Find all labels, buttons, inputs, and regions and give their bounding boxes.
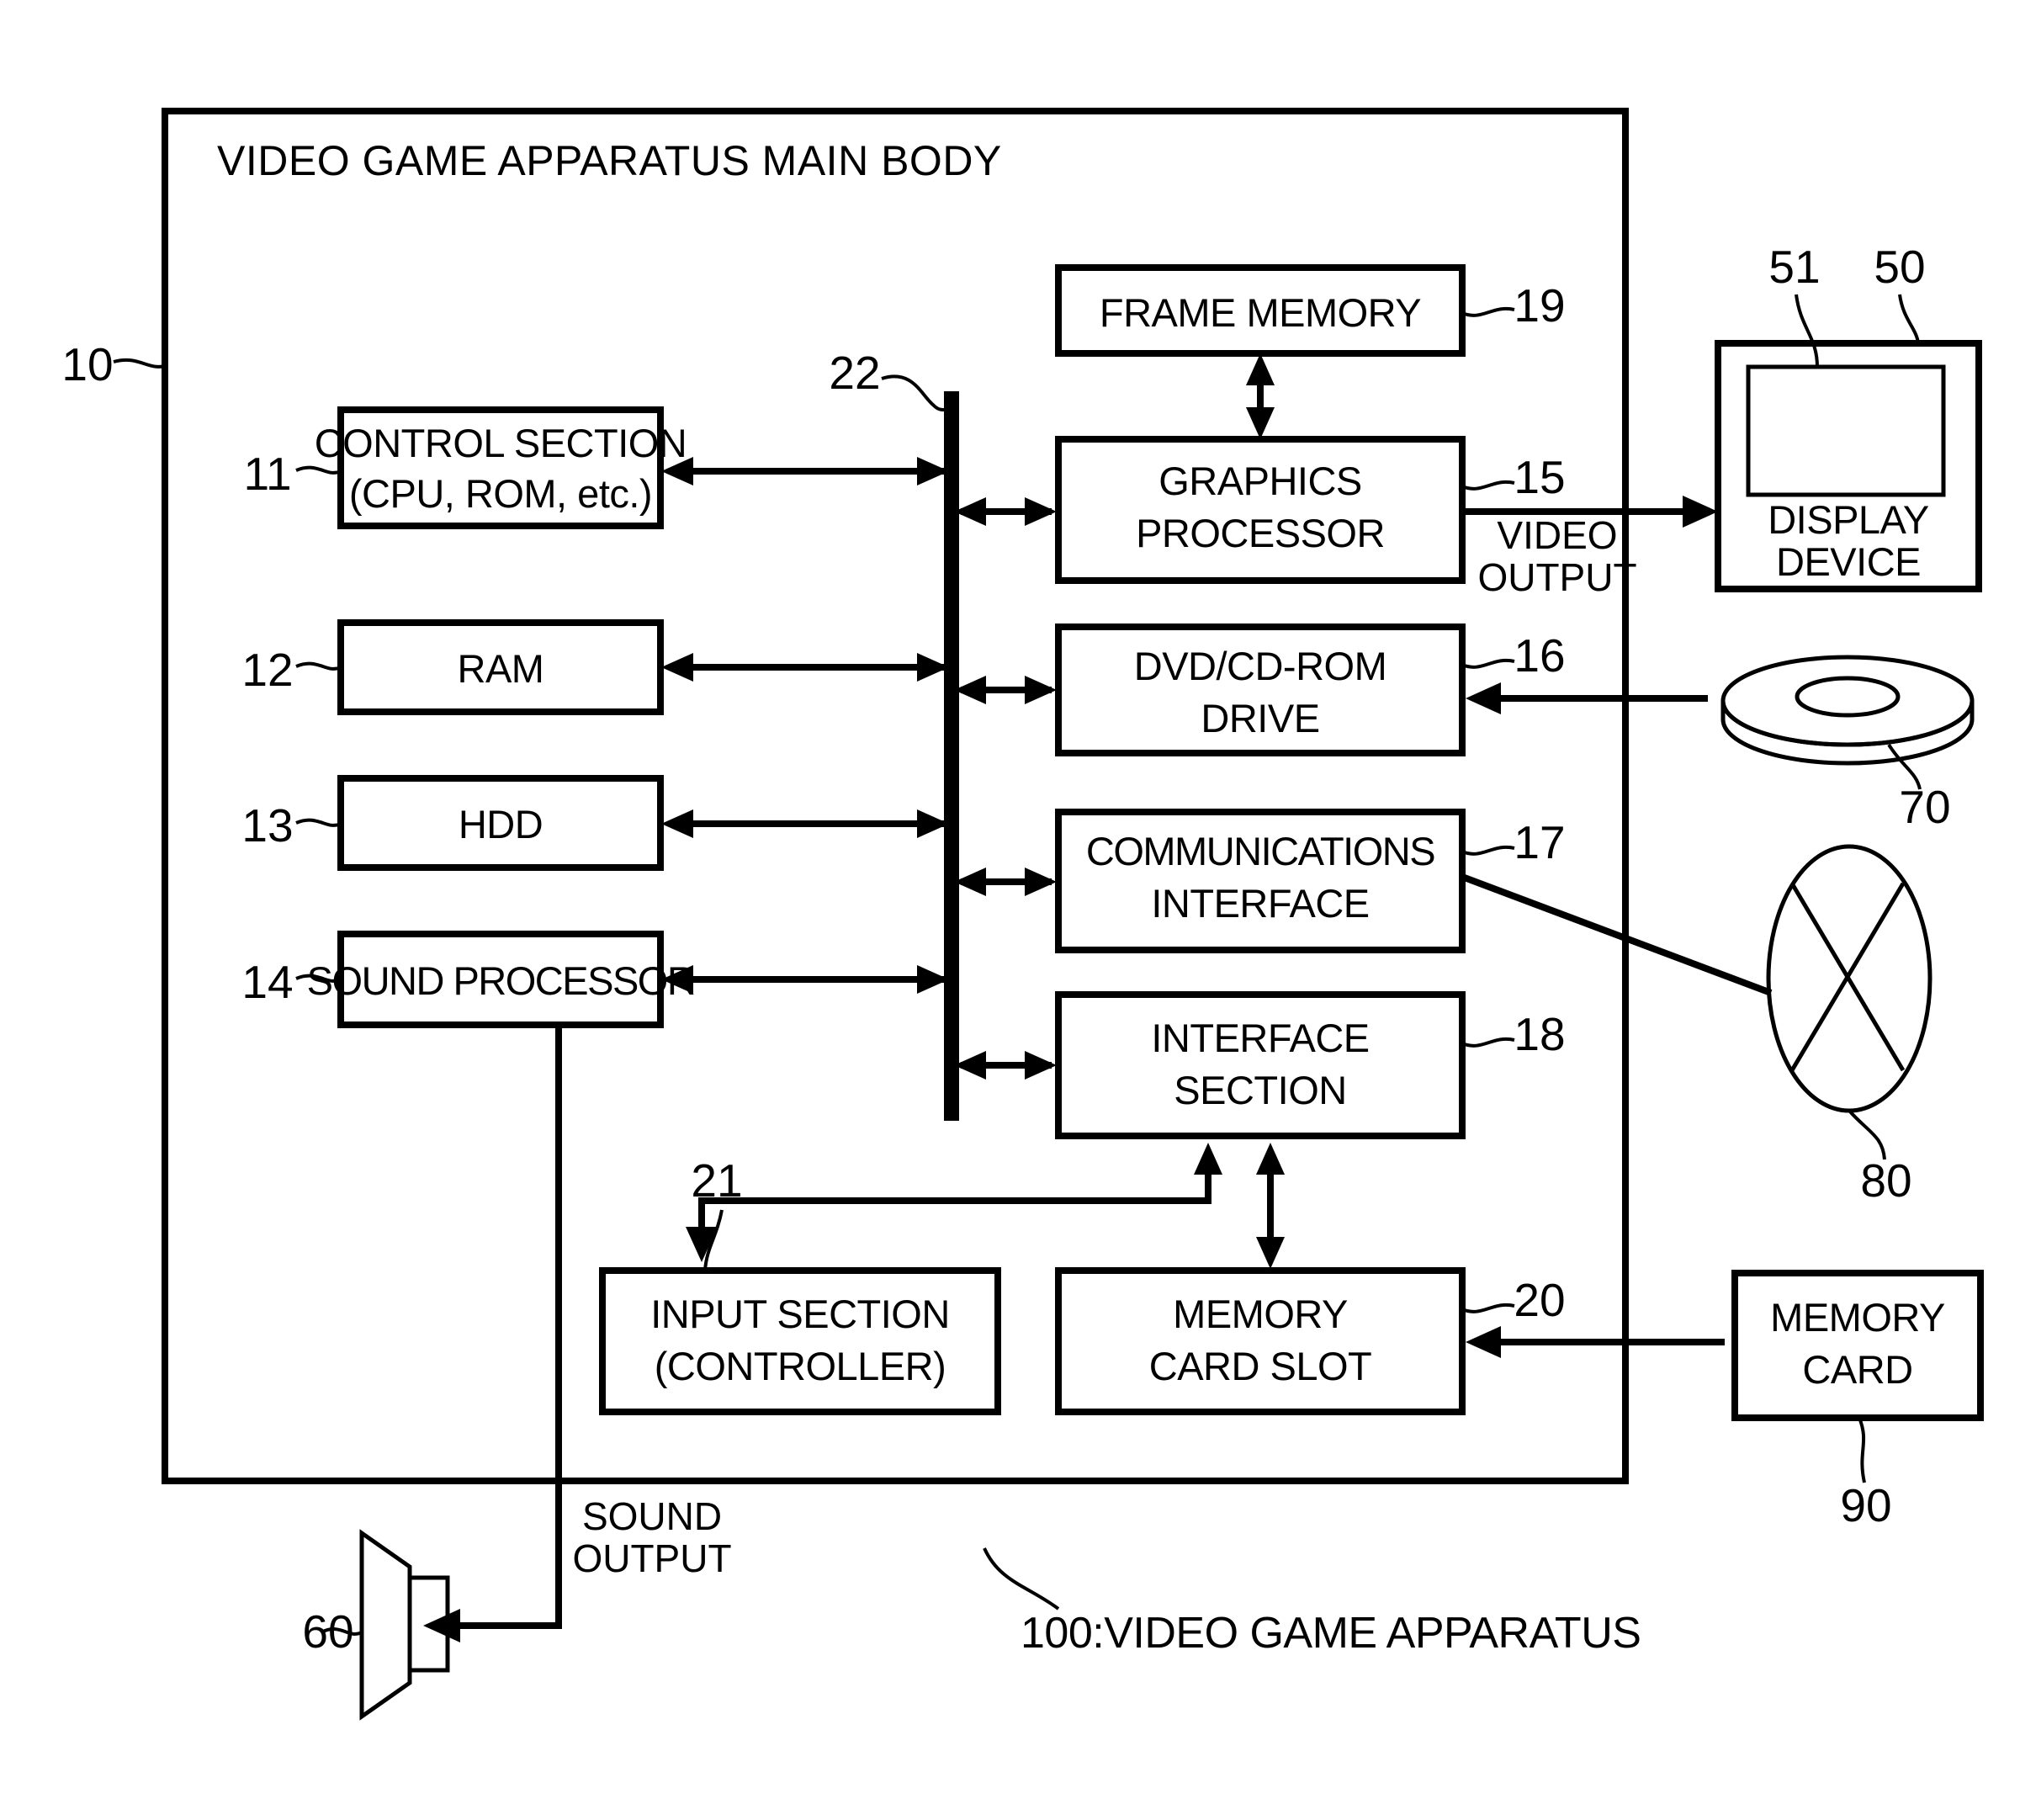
ref-18: 18 [1514, 1008, 1565, 1060]
ref-20: 20 [1514, 1274, 1565, 1326]
ref-50: 50 [1874, 241, 1925, 293]
video-output-label-line1: VIDEO [1497, 513, 1617, 557]
ram-label: RAM [458, 646, 544, 691]
ref-80-leader [1848, 1109, 1886, 1160]
ref-90: 90 [1840, 1479, 1891, 1531]
ref-20-leader [1461, 1303, 1515, 1313]
ref-10-leader [113, 358, 166, 369]
sound-output-label-line1: SOUND [582, 1494, 722, 1538]
ref-90-leader [1858, 1417, 1866, 1483]
ref-22-leader [881, 374, 952, 411]
line-network-to-comms [1461, 873, 1773, 996]
figure-caption: 100:VIDEO GAME APPARATUS [1021, 1609, 1641, 1658]
memory-card-slot-label-line1: MEMORY [1173, 1292, 1348, 1336]
communications-interface-label-line1: COMMUNICATIONS [1086, 829, 1434, 873]
ref-22: 22 [829, 347, 880, 399]
ref-70: 70 [1899, 781, 1950, 833]
arrow-disc-to-drive [1466, 682, 1708, 714]
ref-13-leader [295, 818, 342, 827]
arrow-interface-to-input [686, 1143, 1222, 1262]
memory-card-slot-label-line2: CARD SLOT [1149, 1344, 1372, 1388]
frame-memory-label: FRAME MEMORY [1100, 290, 1421, 335]
interface-section-label-line1: INTERFACE [1151, 1016, 1369, 1060]
sound-output-line [423, 1025, 562, 1642]
ref-51: 51 [1768, 241, 1820, 293]
control-section-label-line2: (CPU, ROM, etc.) [349, 471, 652, 516]
ref-10: 10 [61, 338, 113, 390]
memory-card-label-line2: CARD [1802, 1347, 1912, 1392]
arrow-interface-to-card-slot [1256, 1143, 1285, 1269]
ref-17-leader [1461, 845, 1515, 856]
display-device-label-line1: DISPLAY [1768, 497, 1929, 542]
display-device-label-line2: DEVICE [1776, 539, 1921, 584]
network-icon [1766, 844, 1933, 1113]
figure-title: VIDEO GAME APPARATUS MAIN BODY [217, 137, 1002, 184]
communications-interface-label-line2: INTERFACE [1151, 881, 1369, 926]
sound-output-label-line2: OUTPUT [572, 1536, 731, 1580]
dvd-drive-label-line2: DRIVE [1201, 696, 1319, 740]
arrow-card-to-slot [1466, 1326, 1725, 1358]
ref-14: 14 [241, 956, 293, 1008]
optical-disc-icon [1720, 655, 1975, 766]
graphics-processor-label-line1: GRAPHICS [1158, 459, 1362, 503]
bus-arrow-graphics [954, 497, 1057, 526]
ref-17: 17 [1514, 816, 1565, 868]
interface-section-label-line2: SECTION [1174, 1068, 1346, 1112]
bus-arrow-communications [954, 868, 1057, 896]
ref-60: 60 [302, 1605, 353, 1658]
display-screen [1746, 364, 1946, 497]
bus-arrow-hdd [661, 809, 949, 838]
hdd-label: HDD [459, 802, 543, 846]
bus-arrow-dvd [954, 676, 1057, 704]
ref-15: 15 [1514, 451, 1565, 503]
ref-80: 80 [1860, 1154, 1911, 1207]
ref-21: 21 [691, 1154, 742, 1207]
ref-13: 13 [241, 799, 293, 852]
bus-arrow-control [661, 457, 949, 486]
ref-16: 16 [1514, 629, 1565, 682]
dvd-drive-label-line1: DVD/CD-ROM [1134, 644, 1386, 688]
bus-arrow-sound [661, 965, 949, 994]
control-section-label-line1: CONTROL SECTION [315, 421, 687, 465]
patent-figure: VIDEO GAME APPARATUS MAIN BODY CONTROL S… [0, 0, 2020, 1820]
ref-19-leader [1461, 306, 1515, 317]
bus-arrow-interface [954, 1051, 1057, 1080]
ref-100-leader [983, 1547, 1060, 1610]
ref-11-leader [295, 465, 342, 475]
ref-16-leader [1461, 658, 1515, 669]
ref-50-leader [1898, 294, 1920, 344]
ref-12: 12 [241, 644, 293, 696]
ref-51-leader [1795, 294, 1819, 368]
ref-12-leader [295, 661, 342, 671]
input-section-label-line1: INPUT SECTION [650, 1292, 950, 1336]
sound-processor-label: SOUND PROCESSOR [307, 958, 695, 1003]
ref-15-leader [1461, 480, 1515, 491]
graphics-processor-label-line2: PROCESSOR [1136, 511, 1385, 555]
ref-18-leader [1461, 1037, 1515, 1048]
arrow-frame-memory-graphics [1246, 353, 1275, 439]
video-output-label-line2: OUTPUT [1477, 555, 1636, 599]
ref-19: 19 [1514, 279, 1565, 332]
memory-card-label-line1: MEMORY [1770, 1295, 1945, 1340]
ref-11: 11 [243, 448, 291, 500]
bus-arrow-ram [661, 653, 949, 682]
input-section-label-line2: (CONTROLLER) [655, 1344, 946, 1388]
